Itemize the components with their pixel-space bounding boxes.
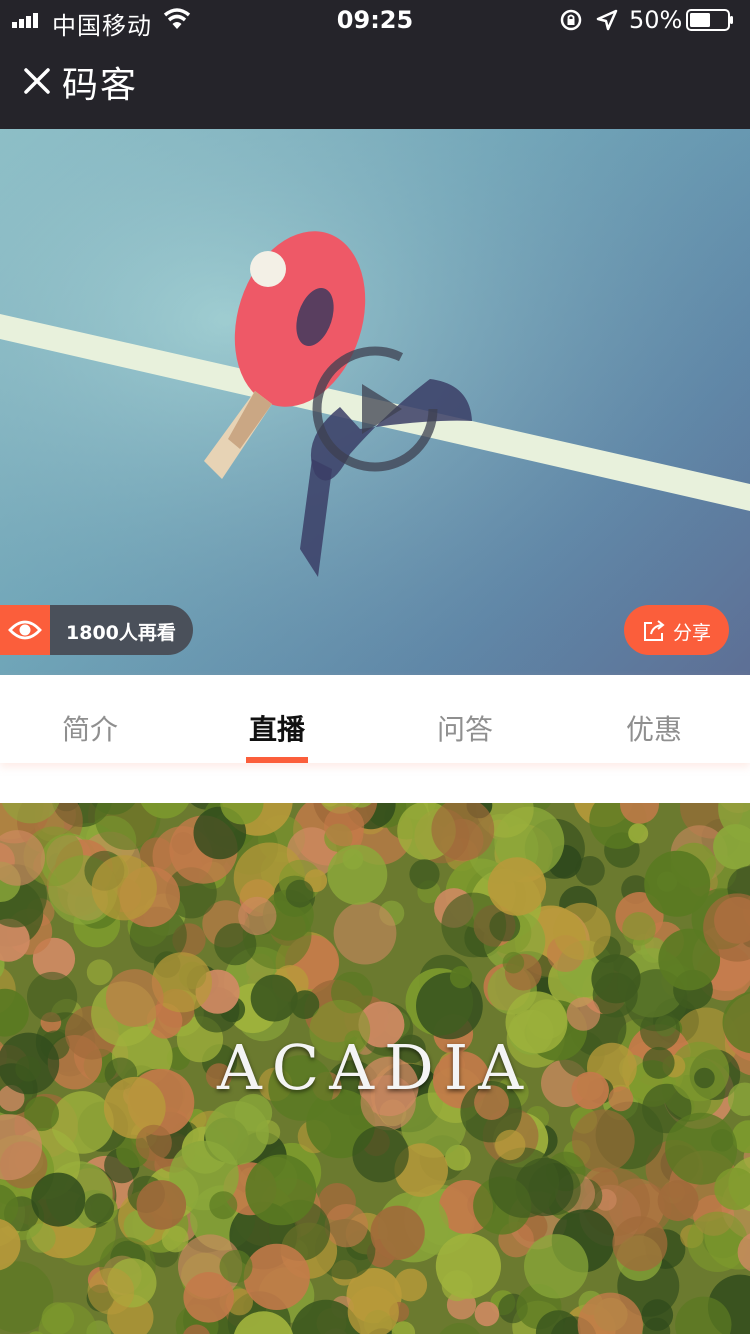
status-bar: 中国移动 09:25 50% [0,0,750,40]
tab-live[interactable]: 直播 [217,675,337,763]
close-icon[interactable] [24,68,50,94]
tab-offers[interactable]: 优惠 [594,675,714,763]
battery-percentage: 50% [629,6,683,34]
nav-bar: 码客 [0,40,750,129]
share-label: 分享 [673,622,712,644]
battery-icon [686,9,733,31]
share-icon [644,620,665,641]
page-title: 码客 [62,65,139,106]
viewer-count-badge: 1800人再看 [0,605,193,655]
eye-icon [8,620,42,640]
cover-title: ACADIA [217,1031,533,1104]
tab-intro[interactable]: 简介 [30,675,150,763]
play-icon[interactable] [310,344,440,474]
active-tab-indicator [246,757,308,763]
live-video-card[interactable]: ACADIA [0,803,750,1334]
tab-bar: 简介 直播 问答 优惠 [0,675,750,763]
location-icon [596,9,618,31]
viewer-count-text: 1800人再看 [66,622,176,644]
rotation-lock-icon [560,9,582,31]
video-player[interactable]: 1800人再看 分享 [0,129,750,675]
share-button[interactable]: 分享 [624,605,729,655]
viewer-icon-box [0,605,50,655]
tab-qa[interactable]: 问答 [405,675,525,763]
